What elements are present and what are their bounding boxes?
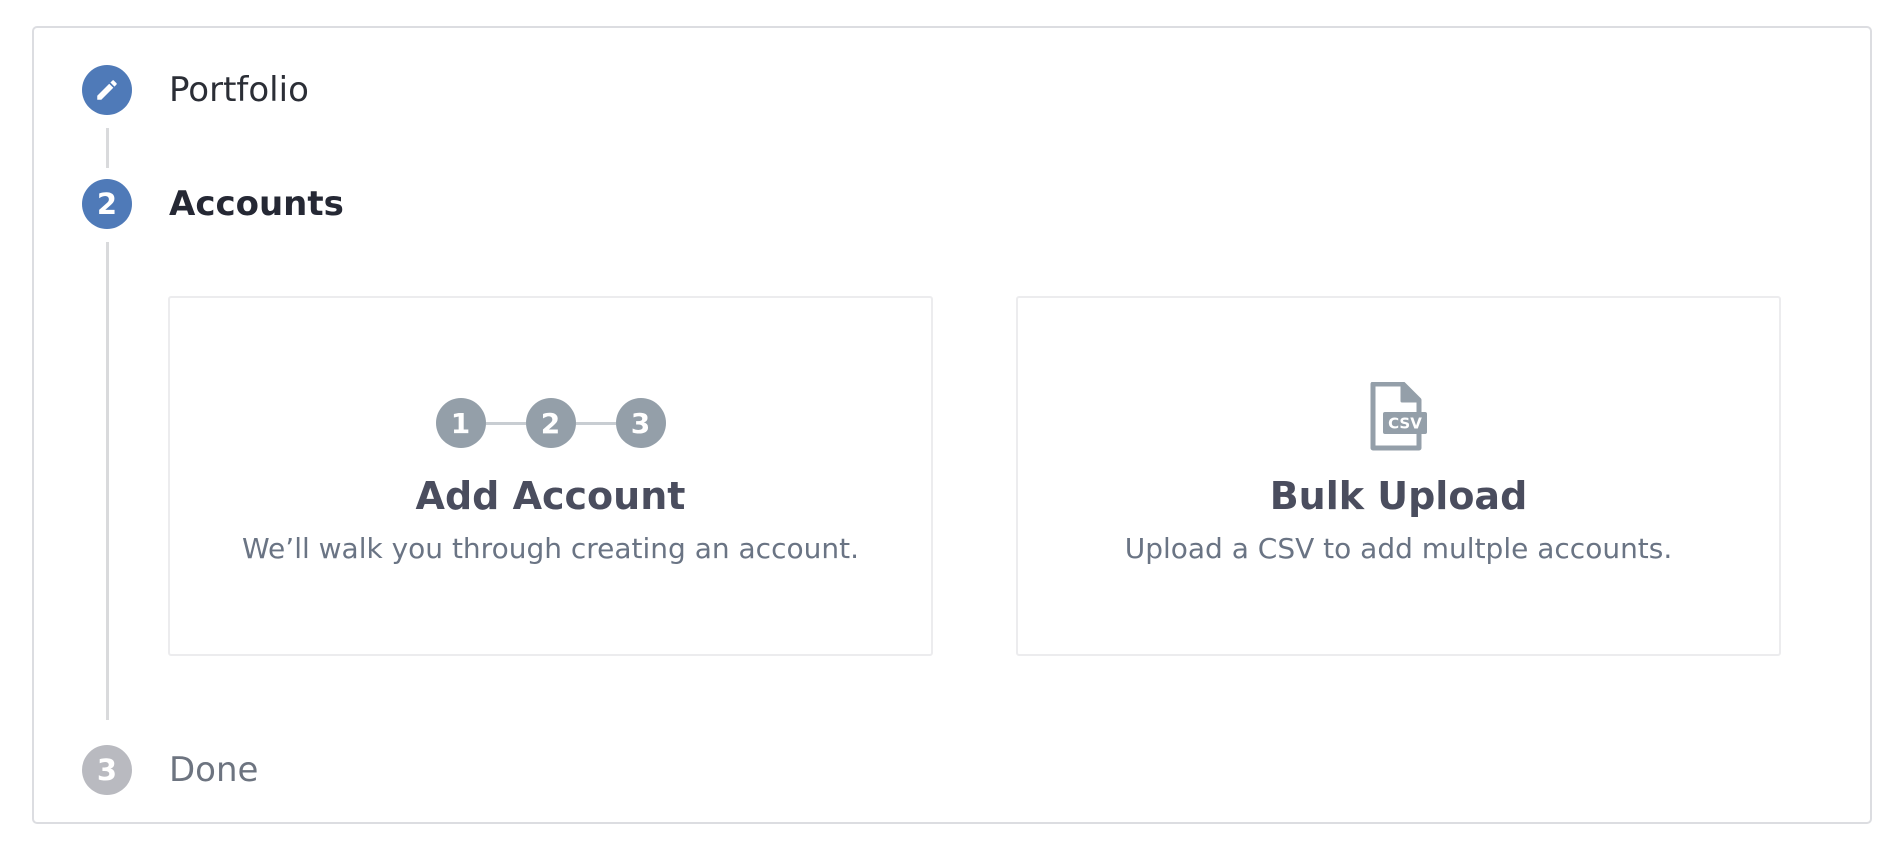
mini-step-badge: 1 [435,398,486,448]
bulk-upload-card[interactable]: CSV Bulk Upload Upload a CSV to add mult… [1016,296,1781,656]
step-label: Done [169,750,259,790]
card-title: Bulk Upload [1269,474,1528,518]
step-portfolio[interactable]: Portfolio [82,65,309,115]
card-description: Upload a CSV to add multple accounts. [1124,532,1673,565]
step-done[interactable]: 3 Done [82,745,258,795]
card-title: Add Account [415,474,686,518]
mini-step-connector [485,421,526,425]
mini-step-badge: 3 [615,398,666,448]
card-description: We’ll walk you through creating an accou… [242,532,859,565]
pencil-icon [82,65,132,115]
wizard-panel: Portfolio 2 Accounts 1 2 3 Add Account W… [32,26,1872,824]
step-label: Portfolio [169,70,309,110]
three-step-icon: 1 2 3 [170,398,931,448]
mini-step-connector [575,421,616,425]
step-number-badge: 2 [82,179,132,229]
mini-step-badge: 2 [525,398,576,448]
step-number-badge: 3 [82,745,132,795]
csv-file-icon: CSV [1370,382,1427,451]
csv-icon-text: CSV [1388,415,1422,433]
step-accounts[interactable]: 2 Accounts [82,179,344,229]
step-label: Accounts [169,184,344,224]
step-connector [106,242,109,720]
step-connector [106,128,109,168]
add-account-card[interactable]: 1 2 3 Add Account We’ll walk you through… [168,296,933,656]
